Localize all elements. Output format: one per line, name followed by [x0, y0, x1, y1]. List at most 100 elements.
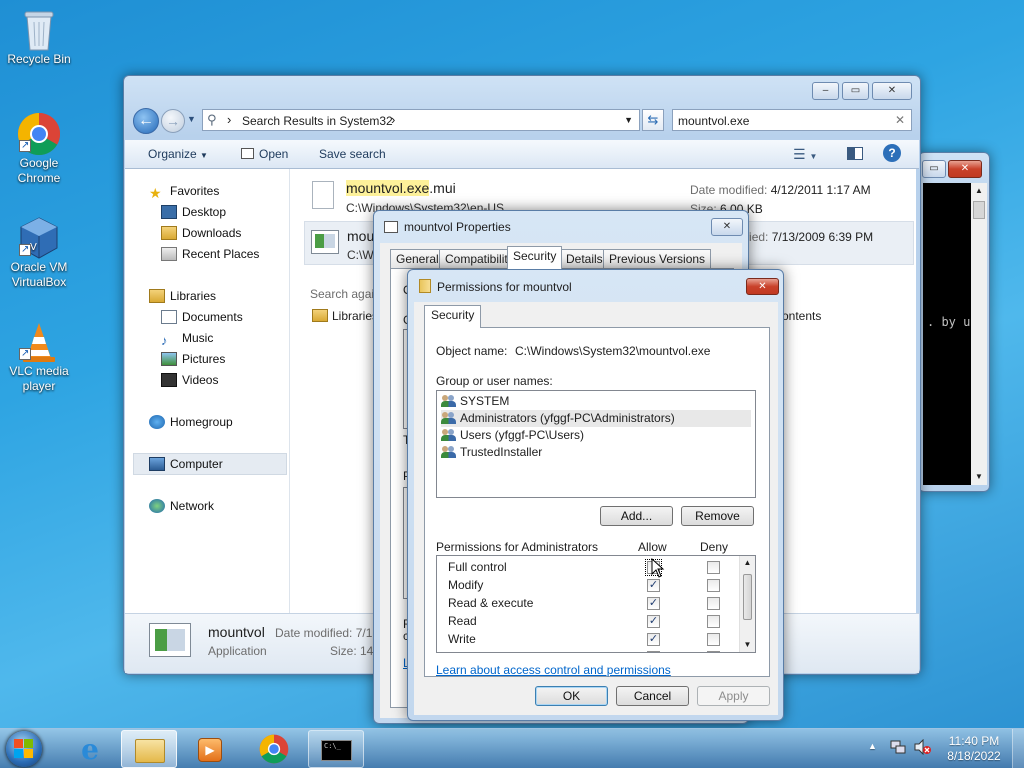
command-prompt-icon: C:\_	[321, 740, 352, 761]
close-button[interactable]: ✕	[872, 82, 912, 100]
console-scrollbar[interactable]: ▲ ▼	[971, 183, 987, 485]
list-item-user[interactable]: TrustedInstaller	[441, 444, 751, 461]
start-button[interactable]	[6, 731, 42, 767]
show-desktop-button[interactable]	[1012, 729, 1024, 768]
add-button[interactable]: Add...	[600, 506, 673, 526]
change-view-icon[interactable]: ☰ ▼	[793, 140, 817, 168]
scroll-down-icon[interactable]: ▼	[971, 469, 987, 485]
list-item-user[interactable]: Users (yfggf-PC\Users)	[441, 427, 751, 444]
tab-previous-versions[interactable]: Previous Versions	[603, 249, 712, 269]
console-window[interactable]: ✕ ▭ . by u ▲ ▼	[918, 152, 990, 492]
allow-header: Allow	[638, 540, 667, 554]
scroll-up-icon[interactable]: ▲	[971, 183, 987, 199]
videos-icon	[161, 373, 177, 387]
organize-button[interactable]: Organize ▼	[148, 140, 208, 168]
deny-checkbox-read-execute[interactable]	[707, 597, 720, 610]
deny-checkbox-next[interactable]	[707, 651, 720, 652]
scroll-up-icon[interactable]: ▲	[740, 556, 755, 570]
scroll-thumb[interactable]	[743, 574, 752, 620]
volume-muted-icon[interactable]	[914, 738, 932, 756]
taskbar-command-prompt[interactable]: C:\_	[308, 730, 364, 768]
allow-checkbox-read-execute[interactable]: ✓	[647, 597, 660, 610]
allow-checkbox-write[interactable]: ✓	[647, 633, 660, 646]
search-input[interactable]: mountvol.exe	[678, 114, 749, 128]
clock[interactable]: 11:40 PM 8/18/2022	[940, 734, 1008, 764]
permissions-scrollbar[interactable]: ▲ ▼	[739, 556, 755, 652]
nav-downloads[interactable]: Downloads	[161, 223, 241, 243]
back-button[interactable]: ←	[133, 108, 159, 134]
deny-checkbox-modify[interactable]	[707, 579, 720, 592]
search-again-libraries[interactable]: Libraries	[312, 309, 378, 323]
permissions-list[interactable]: Full control Modify Read & execute Read …	[436, 555, 756, 653]
deny-checkbox-full-control[interactable]	[707, 561, 720, 574]
desktop-icon-label: VLC media player	[9, 364, 69, 393]
deny-checkbox-read[interactable]	[707, 615, 720, 628]
permissions-close-button[interactable]: ✕	[746, 278, 779, 295]
nav-videos[interactable]: Videos	[161, 370, 218, 390]
network-status-icon[interactable]	[890, 739, 906, 755]
address-root-arrow[interactable]: ›	[227, 112, 231, 127]
list-item-user[interactable]: SYSTEM	[441, 393, 751, 410]
console-output[interactable]: . by u	[923, 183, 971, 485]
console-maximize-button[interactable]: ▭	[922, 160, 946, 178]
address-location-arrow[interactable]: ›	[391, 112, 395, 127]
nav-pictures[interactable]: Pictures	[161, 349, 225, 369]
address-bar[interactable]: ⚲ › Search Results in System32 › ▼	[202, 109, 640, 131]
help-icon[interactable]: ?	[883, 144, 901, 162]
nav-computer[interactable]: Computer	[149, 454, 223, 474]
nav-favorites[interactable]: ★ Favorites	[149, 181, 219, 201]
learn-access-control-link[interactable]: Learn about access control and permissio…	[436, 663, 671, 677]
scroll-thumb[interactable]	[973, 201, 985, 219]
nav-homegroup[interactable]: Homegroup	[149, 412, 233, 432]
taskbar-media-player[interactable]: ▶	[182, 730, 238, 768]
clear-search-icon[interactable]: ✕	[895, 113, 905, 127]
perm-row: Full control	[448, 560, 507, 574]
libraries-icon	[312, 309, 328, 322]
preview-pane-icon[interactable]	[847, 140, 863, 168]
maximize-button[interactable]: ▭	[842, 82, 869, 100]
address-location[interactable]: Search Results in System32	[242, 114, 393, 128]
remove-button[interactable]: Remove	[681, 506, 754, 526]
allow-checkbox-read[interactable]: ✓	[647, 615, 660, 628]
tab-security[interactable]: Security	[424, 305, 482, 328]
ok-button[interactable]: OK	[535, 686, 608, 706]
scroll-down-icon[interactable]: ▼	[740, 638, 755, 652]
desktop-icon-virtualbox[interactable]: V Oracle VM VirtualBox	[2, 216, 76, 290]
tab-details[interactable]: Details	[560, 249, 609, 269]
address-dropdown-icon[interactable]: ▼	[624, 115, 633, 125]
properties-close-button[interactable]: ✕	[711, 218, 743, 236]
search-again-file-contents[interactable]: ontents	[782, 309, 821, 323]
tab-general[interactable]: General	[390, 249, 445, 269]
open-button[interactable]: Open	[241, 140, 288, 168]
taskbar-windows-explorer[interactable]	[121, 730, 177, 768]
nav-documents[interactable]: Documents	[161, 307, 243, 327]
desktop-icon-vlc[interactable]: VLC media player	[2, 320, 76, 394]
permissions-for-label: Permissions for Administrators	[436, 540, 599, 554]
forward-button[interactable]: →	[161, 109, 185, 133]
desktop-icon-recycle-bin[interactable]: Recycle Bin	[2, 8, 76, 67]
allow-checkbox-next[interactable]	[647, 651, 660, 652]
nav-network[interactable]: Network	[149, 496, 214, 516]
nav-desktop[interactable]: Desktop	[161, 202, 226, 222]
minimize-button[interactable]: –	[812, 82, 839, 100]
nav-libraries[interactable]: Libraries	[149, 286, 216, 306]
search-box[interactable]: mountvol.exe ✕	[672, 109, 912, 131]
deny-checkbox-write[interactable]	[707, 633, 720, 646]
details-type: Application	[208, 644, 267, 658]
nav-recent-places[interactable]: Recent Places	[161, 244, 259, 264]
list-item-user-selected[interactable]: Administrators (yfggf-PC\Administrators)	[441, 410, 751, 427]
nav-music[interactable]: ♪ Music	[161, 328, 213, 348]
taskbar-internet-explorer[interactable]: e	[62, 730, 118, 768]
refresh-button[interactable]: ⇆	[642, 109, 664, 131]
show-hidden-icons-button[interactable]: ▲	[868, 741, 877, 751]
console-close-button[interactable]: ✕	[948, 160, 982, 178]
cancel-button[interactable]: Cancel	[616, 686, 689, 706]
permissions-dialog[interactable]: Permissions for mountvol ✕ Security Obje…	[407, 269, 784, 721]
users-listbox[interactable]: SYSTEM Administrators (yfggf-PC\Administ…	[436, 390, 756, 498]
recent-pages-dropdown[interactable]: ▼	[187, 114, 196, 124]
tab-security[interactable]: Security	[507, 246, 563, 269]
save-search-button[interactable]: Save search	[319, 140, 386, 168]
taskbar-chrome[interactable]	[246, 730, 302, 768]
desktop-icon-google-chrome[interactable]: Google Chrome	[2, 112, 76, 186]
apply-button[interactable]: Apply	[697, 686, 770, 706]
